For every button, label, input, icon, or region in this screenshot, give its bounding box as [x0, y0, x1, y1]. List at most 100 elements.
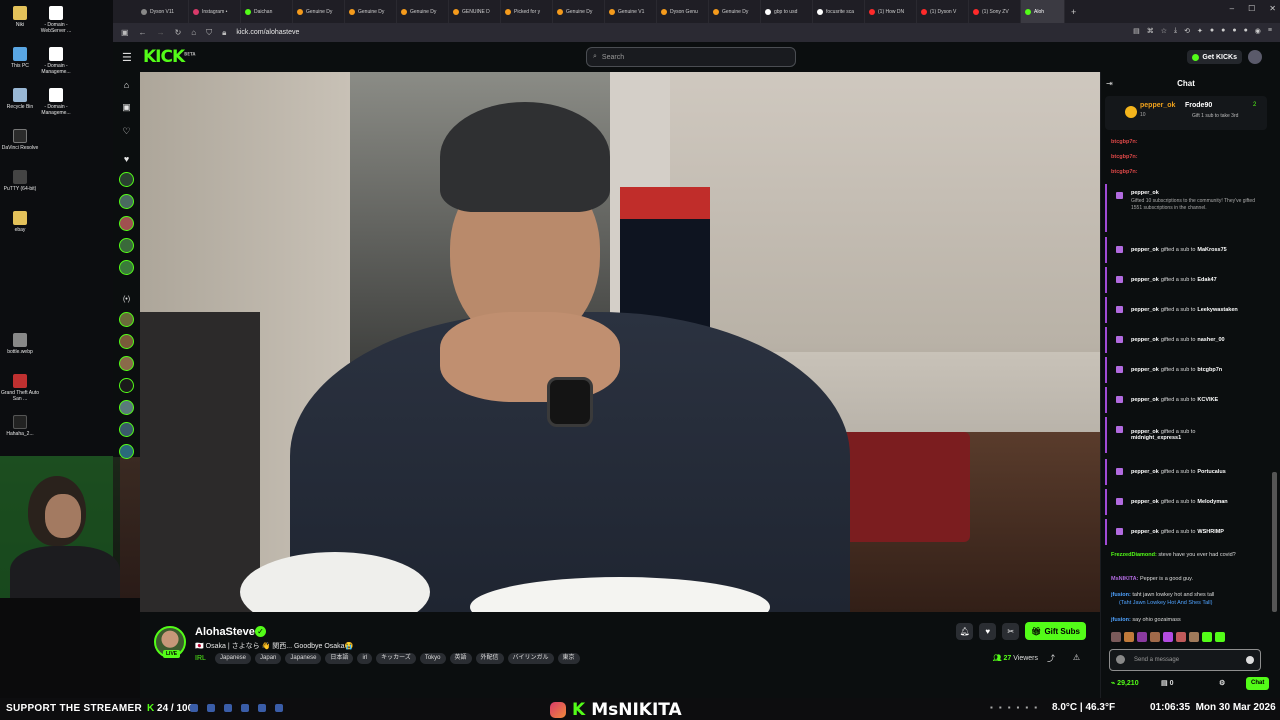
- browser-tab[interactable]: gbp to usd: [761, 0, 813, 23]
- browser-tab[interactable]: (1) Sony ZV: [969, 0, 1021, 23]
- user-avatar[interactable]: [1248, 50, 1262, 64]
- desktop-icon-bottle[interactable]: bottle.webp: [0, 333, 44, 355]
- tray-icon[interactable]: ▪: [1025, 703, 1028, 712]
- taskbar-app-icon[interactable]: [224, 704, 232, 712]
- stream-tag[interactable]: Japanese: [215, 653, 252, 664]
- profile-icon[interactable]: ◉: [1255, 27, 1261, 35]
- chat-message-input[interactable]: Send a message: [1109, 649, 1261, 671]
- browser-tab[interactable]: Genuine Dy: [397, 0, 449, 23]
- desktop-icon-domain-1[interactable]: - Domain - Manageme...: [32, 47, 80, 75]
- recommended-channel-avatar[interactable]: [119, 334, 134, 349]
- stream-tag[interactable]: バイリンガル: [507, 653, 554, 664]
- close-icon[interactable]: ✕: [1269, 4, 1276, 13]
- taskbar-app-icon[interactable]: [207, 704, 215, 712]
- new-tab-button[interactable]: +: [1065, 7, 1082, 17]
- stream-tag[interactable]: キッカーズ: [376, 653, 416, 664]
- home-icon[interactable]: ⌂: [191, 28, 196, 37]
- browser-tab[interactable]: Dyson V11: [137, 0, 189, 23]
- share-icon[interactable]: ⤴: [1047, 653, 1055, 664]
- stream-category[interactable]: IRL: [195, 655, 206, 662]
- desktop-icon-putty[interactable]: PuTTY (64-bit): [0, 170, 44, 192]
- extension-icon[interactable]: ●: [1221, 27, 1225, 35]
- browser-tab[interactable]: Genuine V1: [605, 0, 657, 23]
- recommended-channel-avatar[interactable]: [119, 378, 134, 393]
- followed-channel-avatar[interactable]: [119, 238, 134, 253]
- scrollbar-thumb[interactable]: [1272, 472, 1277, 612]
- emote-icon[interactable]: [1111, 632, 1121, 642]
- extension-icon[interactable]: ●: [1210, 27, 1214, 35]
- emote-icon[interactable]: [1124, 632, 1134, 642]
- leaderboard-first-user[interactable]: pepper_ok: [1140, 102, 1175, 109]
- sidebar-toggle-icon[interactable]: ▣: [121, 28, 129, 37]
- reader-icon[interactable]: ▤: [1133, 27, 1140, 35]
- chat-username[interactable]: pepper_ok: [1131, 190, 1159, 196]
- stream-tag[interactable]: 英語: [449, 653, 472, 664]
- chat-settings-icon[interactable]: ⚙: [1219, 679, 1225, 687]
- home-nav-icon[interactable]: ⌂: [119, 78, 134, 93]
- recommended-channel-avatar[interactable]: [119, 356, 134, 371]
- stream-tag[interactable]: Japanese: [285, 653, 322, 664]
- browse-nav-icon[interactable]: ▣: [119, 100, 134, 115]
- emoji-picker-icon[interactable]: [1246, 656, 1254, 664]
- search-input[interactable]: ⌕ Search: [586, 47, 796, 67]
- stream-tag[interactable]: 東京: [557, 653, 580, 664]
- tray-icon[interactable]: ▪: [999, 703, 1002, 712]
- bookmark-icon[interactable]: ☆: [1161, 27, 1167, 35]
- kicks-balance[interactable]: 29,210: [1117, 680, 1138, 687]
- stream-tag[interactable]: irl: [357, 653, 373, 664]
- browser-tab[interactable]: Daichan: [241, 0, 293, 23]
- extension-icon[interactable]: ●: [1232, 27, 1236, 35]
- stream-tag[interactable]: Japan: [255, 653, 282, 664]
- reload-icon[interactable]: ↻: [175, 28, 182, 37]
- following-nav-icon[interactable]: ♡: [119, 124, 134, 139]
- followed-channel-avatar[interactable]: [119, 172, 134, 187]
- maximize-icon[interactable]: ☐: [1248, 4, 1255, 13]
- recommended-channel-avatar[interactable]: [119, 400, 134, 415]
- browser-tab[interactable]: Genuine Dy: [293, 0, 345, 23]
- stream-tag[interactable]: 外配信: [475, 653, 504, 664]
- chat-username[interactable]: btcgbp7n:: [1111, 154, 1138, 160]
- recommended-channel-avatar[interactable]: [119, 422, 134, 437]
- tray-icon[interactable]: ▪: [990, 703, 993, 712]
- report-icon[interactable]: ⚠: [1073, 653, 1080, 662]
- tray-icon[interactable]: ▪: [1008, 703, 1011, 712]
- stream-tag[interactable]: 日本語: [325, 653, 354, 664]
- desktop-icon-ebay[interactable]: ebay: [0, 211, 44, 233]
- browser-tab[interactable]: focusrite sca: [813, 0, 865, 23]
- browser-tab[interactable]: GENUINE D: [449, 0, 501, 23]
- emote-icon[interactable]: [1163, 632, 1173, 642]
- back-icon[interactable]: ←: [139, 28, 147, 37]
- browser-tab[interactable]: (1) How DN: [865, 0, 917, 23]
- browser-tab[interactable]: (1) Dyson V: [917, 0, 969, 23]
- gift-subs-button[interactable]: 🎁︎ Gift Subs: [1025, 622, 1086, 640]
- download-icon[interactable]: ⤓: [1174, 27, 1177, 35]
- stream-tag[interactable]: Tokyo: [419, 653, 446, 664]
- chat-send-button[interactable]: Chat: [1246, 677, 1270, 690]
- browser-tab[interactable]: Picked for y: [501, 0, 553, 23]
- taskbar-app-icon[interactable]: [241, 704, 249, 712]
- desktop-icon-davinci[interactable]: DaVinci Resolve: [0, 129, 44, 151]
- emote-icon[interactable]: [1176, 632, 1186, 642]
- desktop-icon-hahaha[interactable]: Hahaha_2...: [0, 415, 44, 437]
- taskbar-app-icon[interactable]: [258, 704, 266, 712]
- page-scrollbar[interactable]: [1270, 72, 1280, 698]
- followed-channel-avatar[interactable]: [119, 216, 134, 231]
- desktop-icon-gta[interactable]: Grand Theft Auto San ...: [0, 374, 44, 402]
- browser-tab[interactable]: Instagram •: [189, 0, 241, 23]
- browser-tab[interactable]: Genuine Dy: [553, 0, 605, 23]
- desktop-icon-domain-2[interactable]: - Domain - Manageme...: [32, 88, 80, 116]
- streamer-name[interactable]: AlohaSteve: [195, 626, 255, 638]
- emote-icon[interactable]: [1189, 632, 1199, 642]
- tray-icon[interactable]: ▪: [1034, 703, 1037, 712]
- browser-tab-active[interactable]: Aloh: [1021, 0, 1065, 23]
- kick-logo[interactable]: KICKBETA: [143, 47, 195, 67]
- chat-username[interactable]: btcgbp7n:: [1111, 169, 1138, 175]
- emote-icon[interactable]: [1215, 632, 1225, 642]
- tray-icon[interactable]: ▪: [1017, 703, 1020, 712]
- inventory-count[interactable]: ▤ 0: [1161, 679, 1173, 687]
- notification-bell-icon[interactable]: 🔔︎: [956, 622, 974, 640]
- tab-actions-icon[interactable]: [113, 0, 137, 23]
- translate-icon[interactable]: ⌘: [1147, 27, 1154, 35]
- extensions-icon[interactable]: ✦: [1197, 27, 1203, 35]
- followed-channel-avatar[interactable]: [119, 194, 134, 209]
